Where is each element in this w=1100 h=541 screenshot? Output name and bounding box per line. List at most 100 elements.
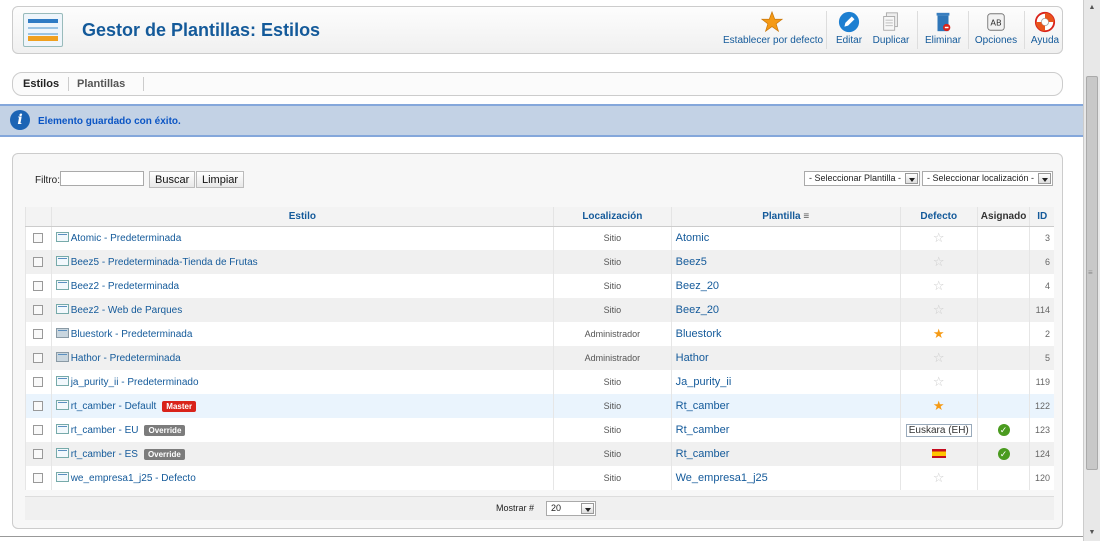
not-default-star-icon[interactable]: ☆ — [933, 302, 945, 317]
column-header-template[interactable]: Plantilla ≡ — [670, 207, 901, 227]
set-default-button[interactable]: Establecer por defecto — [723, 11, 823, 51]
sort-icon: ≡ — [803, 210, 810, 222]
grip-icon: ≡ — [1088, 268, 1093, 277]
tab-templates[interactable]: Plantillas — [77, 78, 125, 90]
pencil-icon — [838, 11, 860, 33]
column-header-assigned: Asignado — [976, 207, 1030, 227]
default-star-icon[interactable]: ★ — [933, 398, 945, 413]
toolbar: Gestor de Plantillas: Estilos Establecer… — [12, 6, 1063, 54]
style-icon — [55, 352, 69, 362]
table-row[interactable]: Atomic - Predeterminada Sitio Atomic ☆ 3 — [25, 226, 1054, 250]
style-icon — [55, 472, 69, 482]
style-link[interactable]: Hathor - Predeterminada — [71, 353, 181, 364]
style-icon — [55, 400, 69, 410]
row-checkbox[interactable] — [33, 424, 44, 435]
assigned-cell — [976, 298, 1030, 322]
row-checkbox[interactable] — [33, 304, 44, 315]
filter-input[interactable] — [60, 171, 144, 186]
row-checkbox-cell — [25, 322, 52, 346]
table-row[interactable]: Beez2 - Web de Parques Sitio Beez_20 ☆ 1… — [25, 298, 1054, 322]
table-row[interactable]: Hathor - Predeterminada Administrador Ha… — [25, 346, 1054, 370]
table-row[interactable]: rt_camber - ES Override Sitio Rt_camber ✓… — [25, 442, 1054, 466]
style-name-cell: rt_camber - ES Override — [50, 442, 554, 466]
template-cell: Hathor — [670, 346, 901, 370]
location-cell: Sitio — [553, 274, 672, 298]
scroll-up-arrow-icon[interactable]: ▲ — [1084, 0, 1100, 16]
row-checkbox[interactable] — [33, 448, 44, 459]
style-link[interactable]: rt_camber - EU — [71, 425, 139, 436]
vertical-scrollbar[interactable]: ▲ ≡ ▼ — [1083, 0, 1100, 541]
options-button[interactable]: AB Opciones — [974, 11, 1018, 51]
table-row[interactable]: we_empresa1_j25 - Defecto Sitio We_empre… — [25, 466, 1054, 490]
not-default-star-icon[interactable]: ☆ — [933, 230, 945, 245]
table-row[interactable]: ja_purity_ii - Predeterminado Sitio Ja_p… — [25, 370, 1054, 394]
location-cell: Sitio — [553, 250, 672, 274]
delete-button[interactable]: Eliminar — [923, 11, 963, 51]
duplicate-button[interactable]: Duplicar — [871, 11, 911, 51]
id-cell: 120 — [1029, 466, 1054, 490]
table-row[interactable]: rt_camber - Default Master Sitio Rt_cambe… — [25, 394, 1054, 418]
column-header-id[interactable]: ID — [1029, 207, 1054, 227]
row-checkbox[interactable] — [33, 376, 44, 387]
column-header-style[interactable]: Estilo — [50, 207, 554, 227]
copy-icon — [883, 12, 898, 31]
id-cell: 114 — [1029, 298, 1054, 322]
assigned-cell: ✓ — [976, 442, 1030, 466]
lifebuoy-icon — [1034, 11, 1056, 33]
clear-button[interactable]: Limpiar — [196, 171, 245, 188]
template-cell: We_empresa1_j25 — [670, 466, 901, 490]
row-checkbox[interactable] — [33, 352, 44, 363]
table-row[interactable]: Bluestork - Predeterminada Administrador… — [25, 322, 1054, 346]
display-limit-label: Mostrar # — [496, 503, 535, 513]
column-header-default[interactable]: Defecto — [899, 207, 978, 227]
table-row[interactable]: rt_camber - EU Override Sitio Rt_camber E… — [25, 418, 1054, 442]
template-cell: Atomic — [670, 226, 901, 250]
template-cell: Beez_20 — [670, 298, 901, 322]
location-cell: Sitio — [553, 370, 672, 394]
style-link[interactable]: Beez2 - Web de Parques — [71, 305, 183, 316]
location-cell: Sitio — [553, 466, 672, 490]
row-checkbox[interactable] — [33, 472, 44, 483]
style-link[interactable]: ja_purity_ii - Predeterminado — [71, 377, 199, 388]
location-cell: Sitio — [553, 298, 672, 322]
row-checkbox[interactable] — [33, 256, 44, 267]
style-name-cell: Atomic - Predeterminada — [50, 226, 554, 250]
style-link[interactable]: Beez2 - Predeterminada — [71, 281, 179, 292]
id-cell: 3 — [1029, 226, 1054, 250]
row-checkbox[interactable] — [33, 233, 44, 244]
not-default-star-icon[interactable]: ☆ — [933, 278, 945, 293]
not-default-star-icon[interactable]: ☆ — [933, 350, 945, 365]
not-default-star-icon[interactable]: ☆ — [933, 470, 945, 485]
template-cell: Ja_purity_ii — [670, 370, 901, 394]
select-template-dropdown[interactable]: - Seleccionar Plantilla - — [804, 171, 921, 186]
table-row[interactable]: Beez2 - Predeterminada Sitio Beez_20 ☆ 4 — [25, 274, 1054, 298]
style-link[interactable]: Beez5 - Predeterminada-Tienda de Frutas — [71, 257, 258, 268]
style-link[interactable]: we_empresa1_j25 - Defecto — [71, 473, 196, 484]
display-limit-select[interactable]: 20 — [546, 501, 596, 516]
tab-styles[interactable]: Estilos — [23, 78, 59, 90]
style-link[interactable]: rt_camber - Default — [71, 401, 157, 412]
style-link[interactable]: Atomic - Predeterminada — [71, 233, 182, 244]
row-checkbox[interactable] — [33, 328, 44, 339]
select-location-dropdown[interactable]: - Seleccionar localización - — [922, 171, 1054, 186]
spain-flag-icon[interactable] — [931, 449, 946, 459]
help-button[interactable]: Ayuda — [1029, 11, 1061, 51]
template-cell: Rt_camber — [670, 394, 901, 418]
row-checkbox[interactable] — [33, 400, 44, 411]
table-row[interactable]: Beez5 - Predeterminada-Tienda de Frutas … — [25, 250, 1054, 274]
scroll-down-arrow-icon[interactable]: ▼ — [1084, 525, 1100, 541]
column-header-location[interactable]: Localización — [553, 207, 672, 227]
search-button[interactable]: Buscar — [149, 171, 196, 188]
id-cell: 6 — [1029, 250, 1054, 274]
default-cell: ☆ — [899, 466, 978, 490]
style-link[interactable]: Bluestork - Predeterminada — [71, 329, 193, 340]
style-link[interactable]: rt_camber - ES — [71, 449, 138, 460]
not-default-star-icon[interactable]: ☆ — [933, 254, 945, 269]
not-default-star-icon[interactable]: ☆ — [933, 374, 945, 389]
default-star-icon[interactable]: ★ — [933, 326, 945, 341]
location-cell: Sitio — [553, 394, 672, 418]
edit-button[interactable]: Editar — [833, 11, 865, 51]
options-icon: AB — [987, 13, 1005, 31]
assigned-cell — [976, 322, 1030, 346]
row-checkbox[interactable] — [33, 280, 44, 291]
